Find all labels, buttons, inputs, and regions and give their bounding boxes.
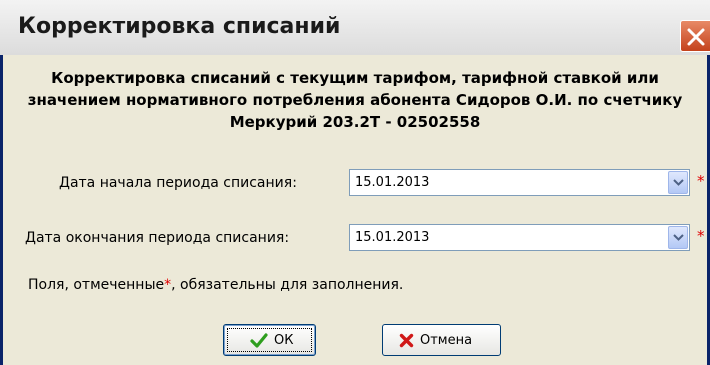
end-date-combobox[interactable]: 15.01.2013 [349, 224, 690, 251]
dialog-window: Корректировка списаний Корректировка спи… [0, 0, 710, 365]
focus-ring [227, 328, 312, 352]
cancel-button-label: Отмена [420, 333, 473, 348]
close-button[interactable] [680, 20, 710, 52]
chevron-down-icon [673, 234, 684, 241]
start-date-value: 15.01.2013 [355, 175, 430, 190]
end-date-label: Дата окончания периода списания: [25, 230, 290, 246]
end-date-dropdown-button[interactable] [668, 226, 688, 249]
cancel-button[interactable]: Отмена [382, 324, 501, 356]
note-prefix: Поля, отмеченные [28, 277, 165, 293]
cross-icon [399, 333, 414, 348]
window-title: Корректировка списаний [18, 14, 341, 39]
required-marker: * [697, 227, 705, 245]
required-marker: * [697, 172, 705, 190]
ok-button[interactable]: ОК [223, 324, 316, 356]
start-date-dropdown-button[interactable] [668, 171, 688, 194]
checkmark-icon [250, 333, 268, 348]
close-icon [687, 28, 705, 46]
start-date-label: Дата начала периода списания: [59, 175, 297, 191]
note-suffix: , обязательны для заполнения. [171, 277, 404, 293]
dialog-heading: Корректировка списаний с текущим тарифом… [27, 69, 683, 131]
end-date-value: 15.01.2013 [355, 230, 430, 245]
start-date-combobox[interactable]: 15.01.2013 [349, 169, 690, 196]
dialog-body: Корректировка списаний с текущим тарифом… [3, 55, 707, 365]
ok-button-label: ОК [274, 333, 294, 348]
chevron-down-icon [673, 179, 684, 186]
required-fields-note: Поля, отмеченные*, обязательны для запол… [28, 277, 403, 293]
title-bar[interactable]: Корректировка списаний [0, 0, 710, 55]
